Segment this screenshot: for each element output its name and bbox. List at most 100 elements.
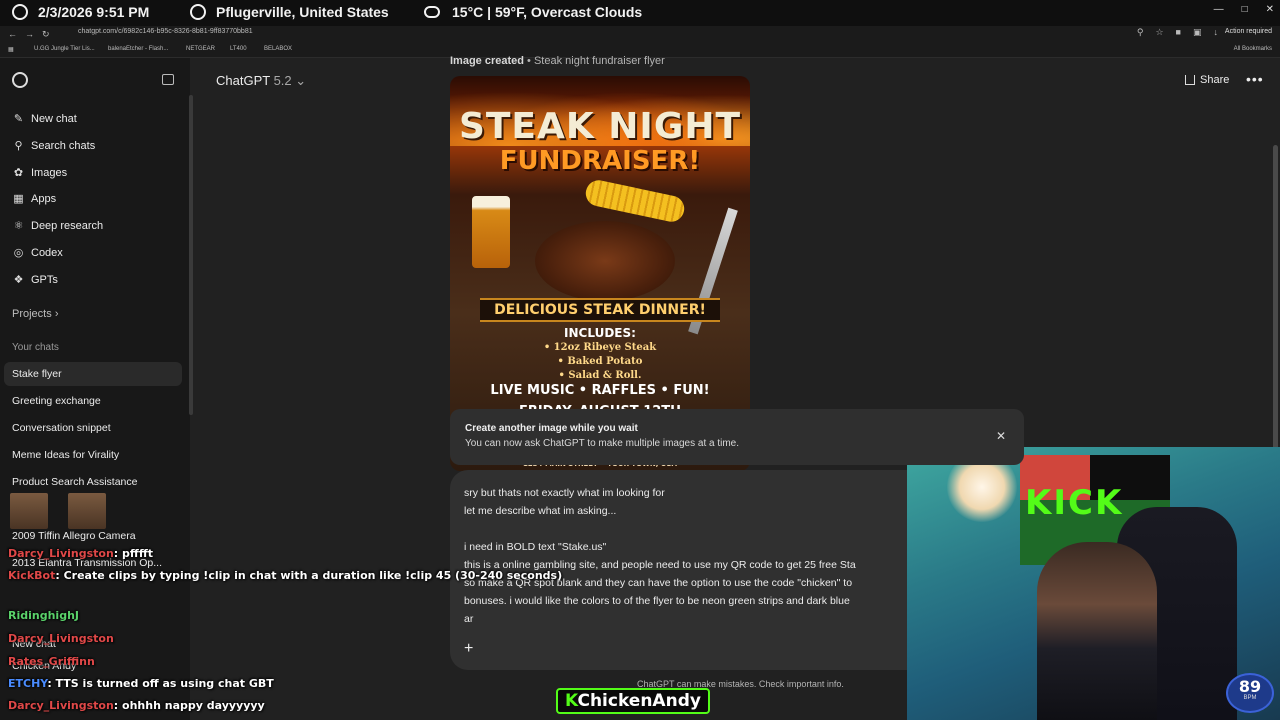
nav-label: New chat — [31, 112, 77, 125]
action-required-badge[interactable]: Action required — [1225, 28, 1272, 35]
bookmark-item[interactable]: LT400 — [230, 46, 247, 52]
chat-user: ETCHY — [8, 677, 48, 690]
chat-colon: : — [47, 677, 56, 690]
apps-grid-icon[interactable]: ▦ — [8, 46, 14, 53]
share-label: Share — [1200, 74, 1230, 86]
viewer-avatar — [68, 493, 106, 529]
caption-prefix: Image created — [450, 55, 524, 67]
nav-label: Apps — [31, 192, 57, 205]
projects-label: Projects — [12, 308, 52, 320]
chat-item-stake-flyer[interactable]: Stake flyer — [12, 368, 62, 380]
window-controls: — □ ✕ — [1214, 4, 1274, 15]
maximize-icon[interactable]: □ — [1242, 4, 1248, 15]
toast-title: Create another image while you wait — [465, 423, 638, 434]
location-text: Pflugerville, United States — [216, 4, 389, 20]
caption-title: Steak night fundraiser flyer — [533, 55, 665, 67]
webcam-feed: KICK 89 BPM — [907, 447, 1280, 720]
chat-colon: : — [113, 699, 123, 712]
location-readout: Pflugerville, United States — [190, 4, 389, 20]
model-selector[interactable]: ChatGPT 5.2 ⌄ — [216, 73, 306, 89]
chat-message: Darcy_Livingston — [8, 632, 114, 645]
new-chat-button[interactable]: ✎ New chat — [12, 112, 77, 126]
star-icon[interactable]: ☆ — [1155, 27, 1163, 38]
chat-user: KickBot — [8, 569, 56, 582]
close-window-icon[interactable]: ✕ — [1266, 4, 1274, 15]
chat-message: ETCHY: TTS is turned off as using chat G… — [8, 677, 274, 690]
search-icon: ⚲ — [14, 140, 23, 152]
bookmark-item[interactable]: NETGEAR — [186, 46, 215, 52]
image-icon: ✿ — [13, 167, 24, 179]
chat-text: Create clips by typing !clip in chat wit… — [63, 569, 563, 582]
nav-label: Codex — [31, 246, 63, 259]
share-button[interactable]: Share — [1185, 74, 1229, 86]
nav-label: Search chats — [31, 139, 96, 152]
stream-info-bar: 2/3/2026 9:51 PM Pflugerville, United St… — [0, 0, 1280, 26]
flyer-item: • Salad & Roll. — [558, 370, 642, 381]
images-button[interactable]: ✿ Images — [12, 166, 67, 180]
apps-icon: ▦ — [13, 193, 24, 205]
more-options-icon[interactable]: ••• — [1246, 71, 1264, 87]
reload-icon[interactable]: ↻ — [42, 29, 50, 40]
chatgpt-logo-icon[interactable] — [12, 72, 28, 88]
address-bar[interactable]: chatgpt.com/c/6982c146-b95c-8326-8b81-9f… — [78, 28, 253, 35]
deep-research-button[interactable]: ⚛ Deep research — [12, 219, 104, 233]
search-chats-button[interactable]: ⚲ Search chats — [12, 139, 96, 153]
chat-text: pfffft — [122, 547, 153, 560]
sidepanel-icon[interactable]: ▣ — [1193, 27, 1202, 38]
chat-user: Darcy_Livingston — [8, 632, 114, 645]
research-icon: ⚛ — [13, 220, 24, 232]
flyer-title-line2: FUNDRAISER! — [499, 146, 701, 176]
apps-button[interactable]: ▦ Apps — [12, 192, 57, 206]
flag-text: KICK — [1025, 483, 1124, 523]
gpts-button[interactable]: ❖ GPTs — [12, 273, 58, 287]
projects-section[interactable]: Projects › — [12, 308, 58, 320]
caption-separator: • — [527, 55, 534, 67]
chat-user: RidinghighJ — [8, 609, 79, 622]
download-icon[interactable]: ↓ — [1214, 27, 1219, 38]
flyer-title-line1: STEAK NIGHT — [458, 106, 742, 147]
chevron-right-icon: › — [54, 308, 59, 320]
toast-subtitle: You can now ask ChatGPT to make multiple… — [465, 438, 740, 449]
back-icon[interactable]: ← — [8, 29, 17, 39]
chevron-down-icon: ⌄ — [295, 73, 307, 88]
heart-rate-unit: BPM — [1243, 695, 1257, 701]
chat-user: Darcy_Livingston — [8, 699, 114, 712]
bookmark-item[interactable]: BELABOX — [264, 46, 292, 52]
kick-logo-icon: K — [565, 691, 578, 711]
chat-item-meme-ideas[interactable]: Meme Ideas for Virality — [12, 449, 119, 461]
bookmark-item[interactable]: U.GG Jungle Tier Lis... — [34, 46, 95, 52]
chat-item-product-search[interactable]: Product Search Assistance — [12, 476, 137, 488]
beer-mug-graphic — [472, 196, 510, 268]
multi-image-toast: Create another image while you wait You … — [450, 409, 1024, 465]
codex-icon: ◎ — [13, 247, 24, 259]
nav-label: GPTs — [31, 273, 58, 286]
extensions-icon[interactable]: ■ — [1176, 27, 1181, 38]
model-name: ChatGPT — [216, 73, 270, 88]
composer-input[interactable]: sry but thats not exactly what im lookin… — [464, 484, 914, 628]
minimize-icon[interactable]: — — [1214, 4, 1224, 15]
sidebar-scrollbar[interactable] — [189, 95, 193, 415]
forward-icon[interactable]: → — [25, 29, 34, 39]
browser-actions: ⚲ ☆ ■ ▣ ↓ — [1137, 27, 1218, 38]
corn-graphic — [583, 177, 687, 225]
cloud-icon — [424, 6, 440, 18]
flyer-banner: DELICIOUS STEAK DINNER! — [480, 298, 720, 322]
all-bookmarks[interactable]: All Bookmarks — [1234, 46, 1272, 52]
codex-button[interactable]: ◎ Codex — [12, 246, 63, 260]
chat-item-greeting-exchange[interactable]: Greeting exchange — [12, 395, 101, 407]
zoom-icon[interactable]: ⚲ — [1137, 27, 1144, 38]
chat-text: TTS is turned off as using chat GBT — [55, 677, 274, 690]
bookmark-item[interactable]: balenaEtcher - Flash... — [108, 46, 168, 52]
chat-user: Rates_Griffinn — [8, 655, 95, 668]
chat-colon: : — [113, 547, 123, 560]
close-icon[interactable]: ✕ — [996, 429, 1006, 443]
chat-item-tiffin-camera[interactable]: 2009 Tiffin Allegro Camera — [12, 530, 136, 542]
chat-item-conversation-snippet[interactable]: Conversation snippet — [12, 422, 111, 434]
plus-icon[interactable]: + — [464, 640, 473, 658]
flyer-item: • 12oz Ribeye Steak — [543, 342, 657, 353]
flyer-fun-line: LIVE MUSIC • RAFFLES • FUN! — [490, 383, 710, 398]
chat-user: Darcy_Livingston — [8, 547, 114, 560]
clock-icon — [12, 4, 28, 20]
image-caption: Image created • Steak night fundraiser f… — [450, 55, 665, 67]
sidebar-toggle-icon[interactable] — [162, 74, 174, 85]
